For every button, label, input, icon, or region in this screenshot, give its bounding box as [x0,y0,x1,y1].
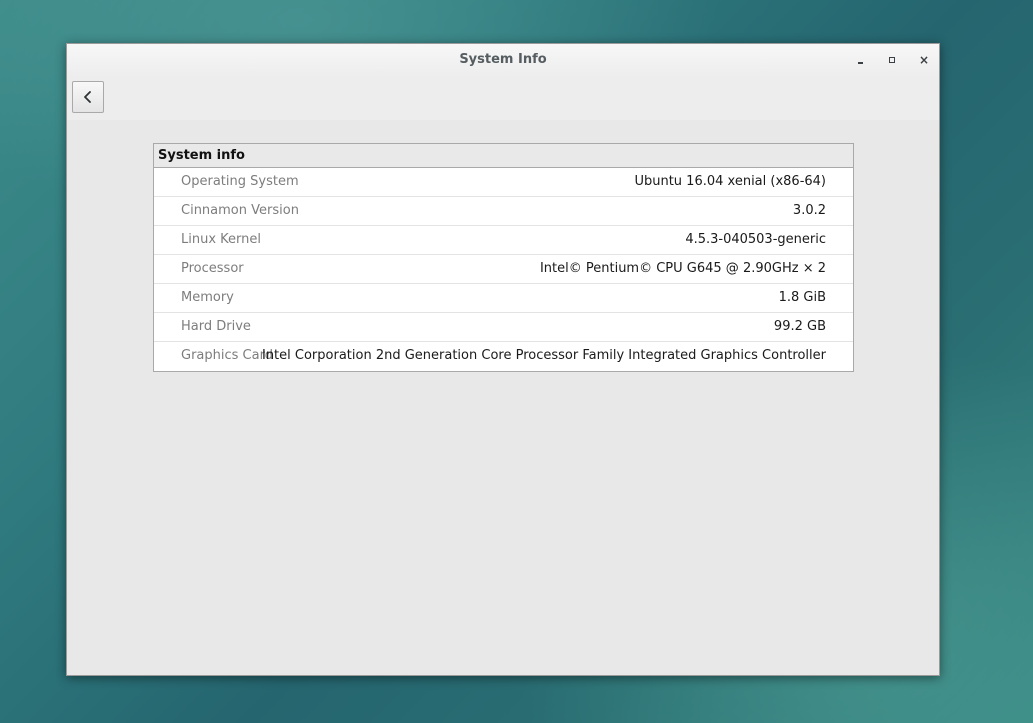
info-row-hard-drive: Hard Drive 99.2 GB [154,313,853,342]
row-label: Processor [181,261,244,276]
row-value: 3.0.2 [792,203,826,218]
row-label: Cinnamon Version [181,203,299,218]
close-button[interactable]: × [916,52,932,68]
info-row-cinnamon-version: Cinnamon Version 3.0.2 [154,197,853,226]
maximize-icon [889,57,895,63]
close-icon: × [918,53,930,67]
row-value: 99.2 GB [773,319,826,334]
row-value: 1.8 GiB [778,290,826,305]
info-row-linux-kernel: Linux Kernel 4.5.3-040503-generic [154,226,853,255]
content-area: System info Operating System Ubuntu 16.0… [67,120,939,675]
titlebar[interactable]: System Info × [67,44,939,77]
row-label: Linux Kernel [181,232,261,247]
info-row-operating-system: Operating System Ubuntu 16.04 xenial (x8… [154,168,853,197]
minimize-button[interactable] [852,52,868,68]
row-value: Intel© Pentium© CPU G645 @ 2.90GHz × 2 [539,261,826,276]
info-row-processor: Processor Intel© Pentium© CPU G645 @ 2.9… [154,255,853,284]
window-title: System Info [459,52,547,67]
row-value: Ubuntu 16.04 xenial (x86-64) [634,174,826,189]
info-row-graphics-card: Graphics Card Intel Corporation 2nd Gene… [154,342,853,371]
system-info-table: System info Operating System Ubuntu 16.0… [153,143,854,372]
maximize-button[interactable] [884,52,900,68]
minimize-icon [857,62,863,64]
chevron-left-icon [84,91,91,103]
row-label: Operating System [181,174,299,189]
row-label: Graphics Card [181,348,273,363]
toolbar [67,77,939,120]
system-info-window: System Info × System info Operating Syst… [66,43,940,676]
back-button[interactable] [72,81,104,113]
row-label: Memory [181,290,234,305]
row-value: 4.5.3-040503-generic [685,232,826,247]
system-info-header: System info [154,144,853,168]
row-value: Intel Corporation 2nd Generation Core Pr… [261,348,826,363]
row-label: Hard Drive [181,319,251,334]
info-row-memory: Memory 1.8 GiB [154,284,853,313]
